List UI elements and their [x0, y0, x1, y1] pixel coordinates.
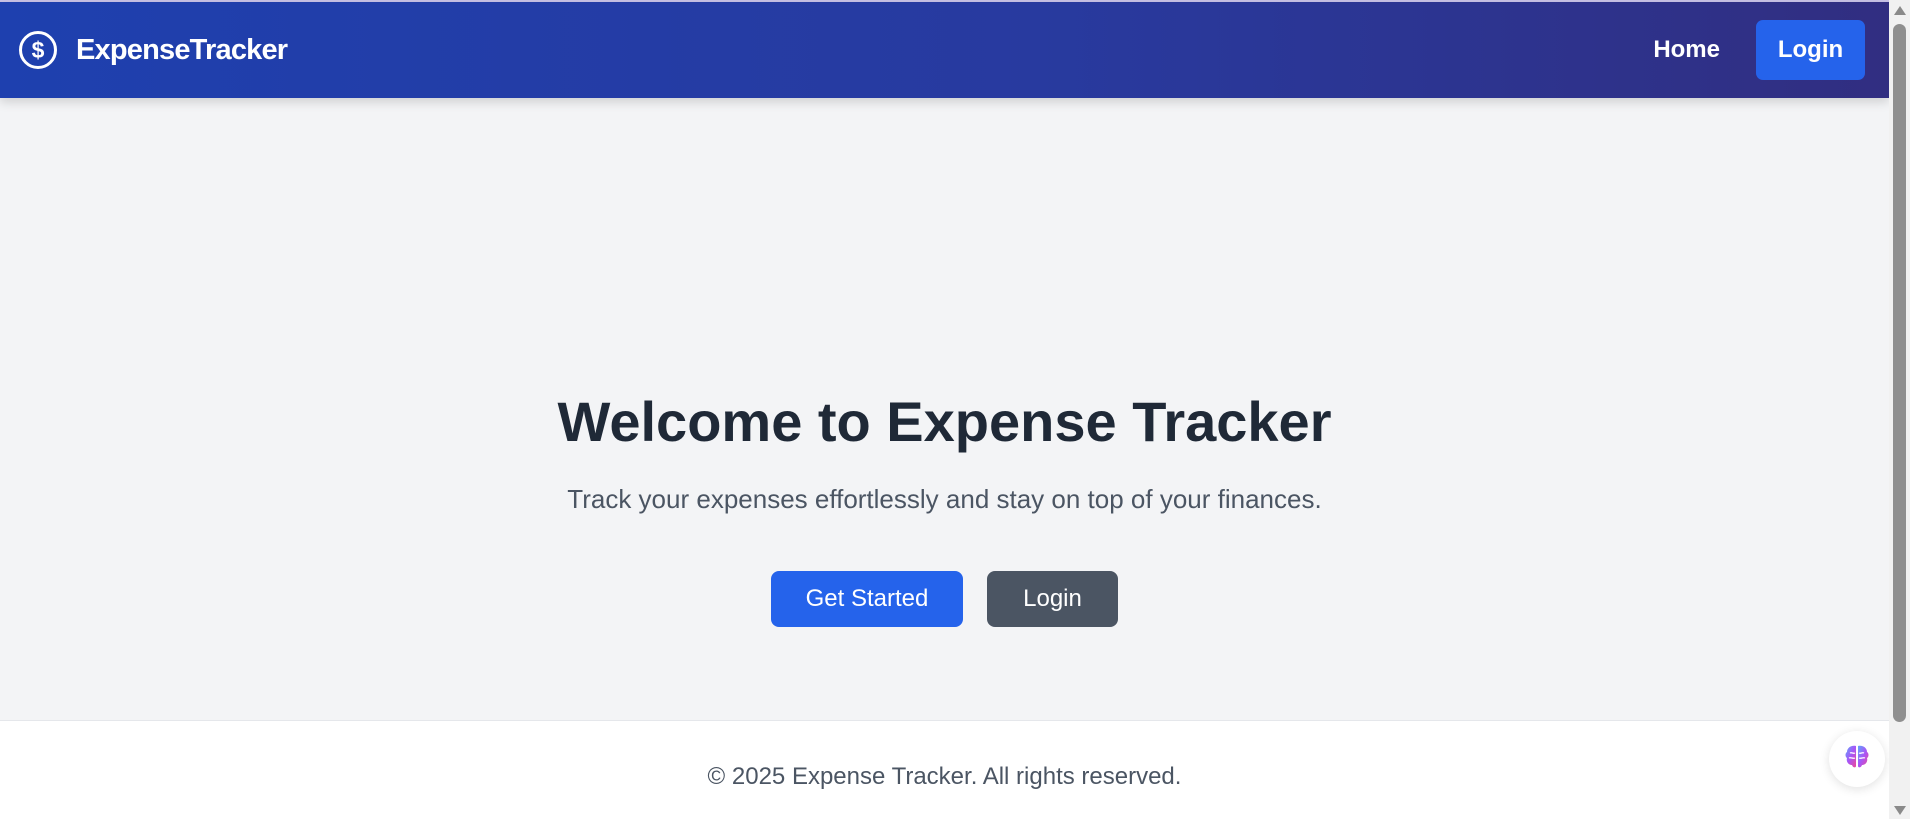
- hero-login-button[interactable]: Login: [987, 571, 1118, 627]
- hero-buttons: Get Started Login: [771, 571, 1118, 627]
- brand-name: ExpenseTracker: [76, 33, 288, 66]
- vertical-scrollbar[interactable]: [1889, 0, 1910, 819]
- nav-links: Home Login: [1653, 20, 1871, 80]
- dollar-circle-icon: $: [18, 30, 58, 70]
- nav-home-link[interactable]: Home: [1653, 36, 1720, 64]
- brand[interactable]: $ ExpenseTracker: [18, 30, 288, 70]
- hero-subtitle: Track your expenses effortlessly and sta…: [567, 484, 1322, 514]
- scrollbar-thumb[interactable]: [1893, 24, 1906, 722]
- svg-text:$: $: [32, 37, 45, 63]
- brain-icon: [1842, 742, 1872, 777]
- hero-title: Welcome to Expense Tracker: [557, 390, 1332, 453]
- scroll-down-arrow-icon[interactable]: [1894, 806, 1906, 815]
- scroll-up-arrow-icon[interactable]: [1894, 6, 1906, 15]
- get-started-button[interactable]: Get Started: [771, 571, 963, 627]
- copyright-text: © 2025 Expense Tracker. All rights reser…: [707, 763, 1182, 790]
- page: $ ExpenseTracker Home Login Welcome to E…: [0, 0, 1910, 819]
- hero-section: Welcome to Expense Tracker Track your ex…: [0, 98, 1889, 720]
- assistant-widget-button[interactable]: [1829, 731, 1885, 787]
- footer: © 2025 Expense Tracker. All rights reser…: [0, 720, 1889, 819]
- navbar: $ ExpenseTracker Home Login: [0, 2, 1889, 98]
- nav-login-button[interactable]: Login: [1756, 20, 1865, 80]
